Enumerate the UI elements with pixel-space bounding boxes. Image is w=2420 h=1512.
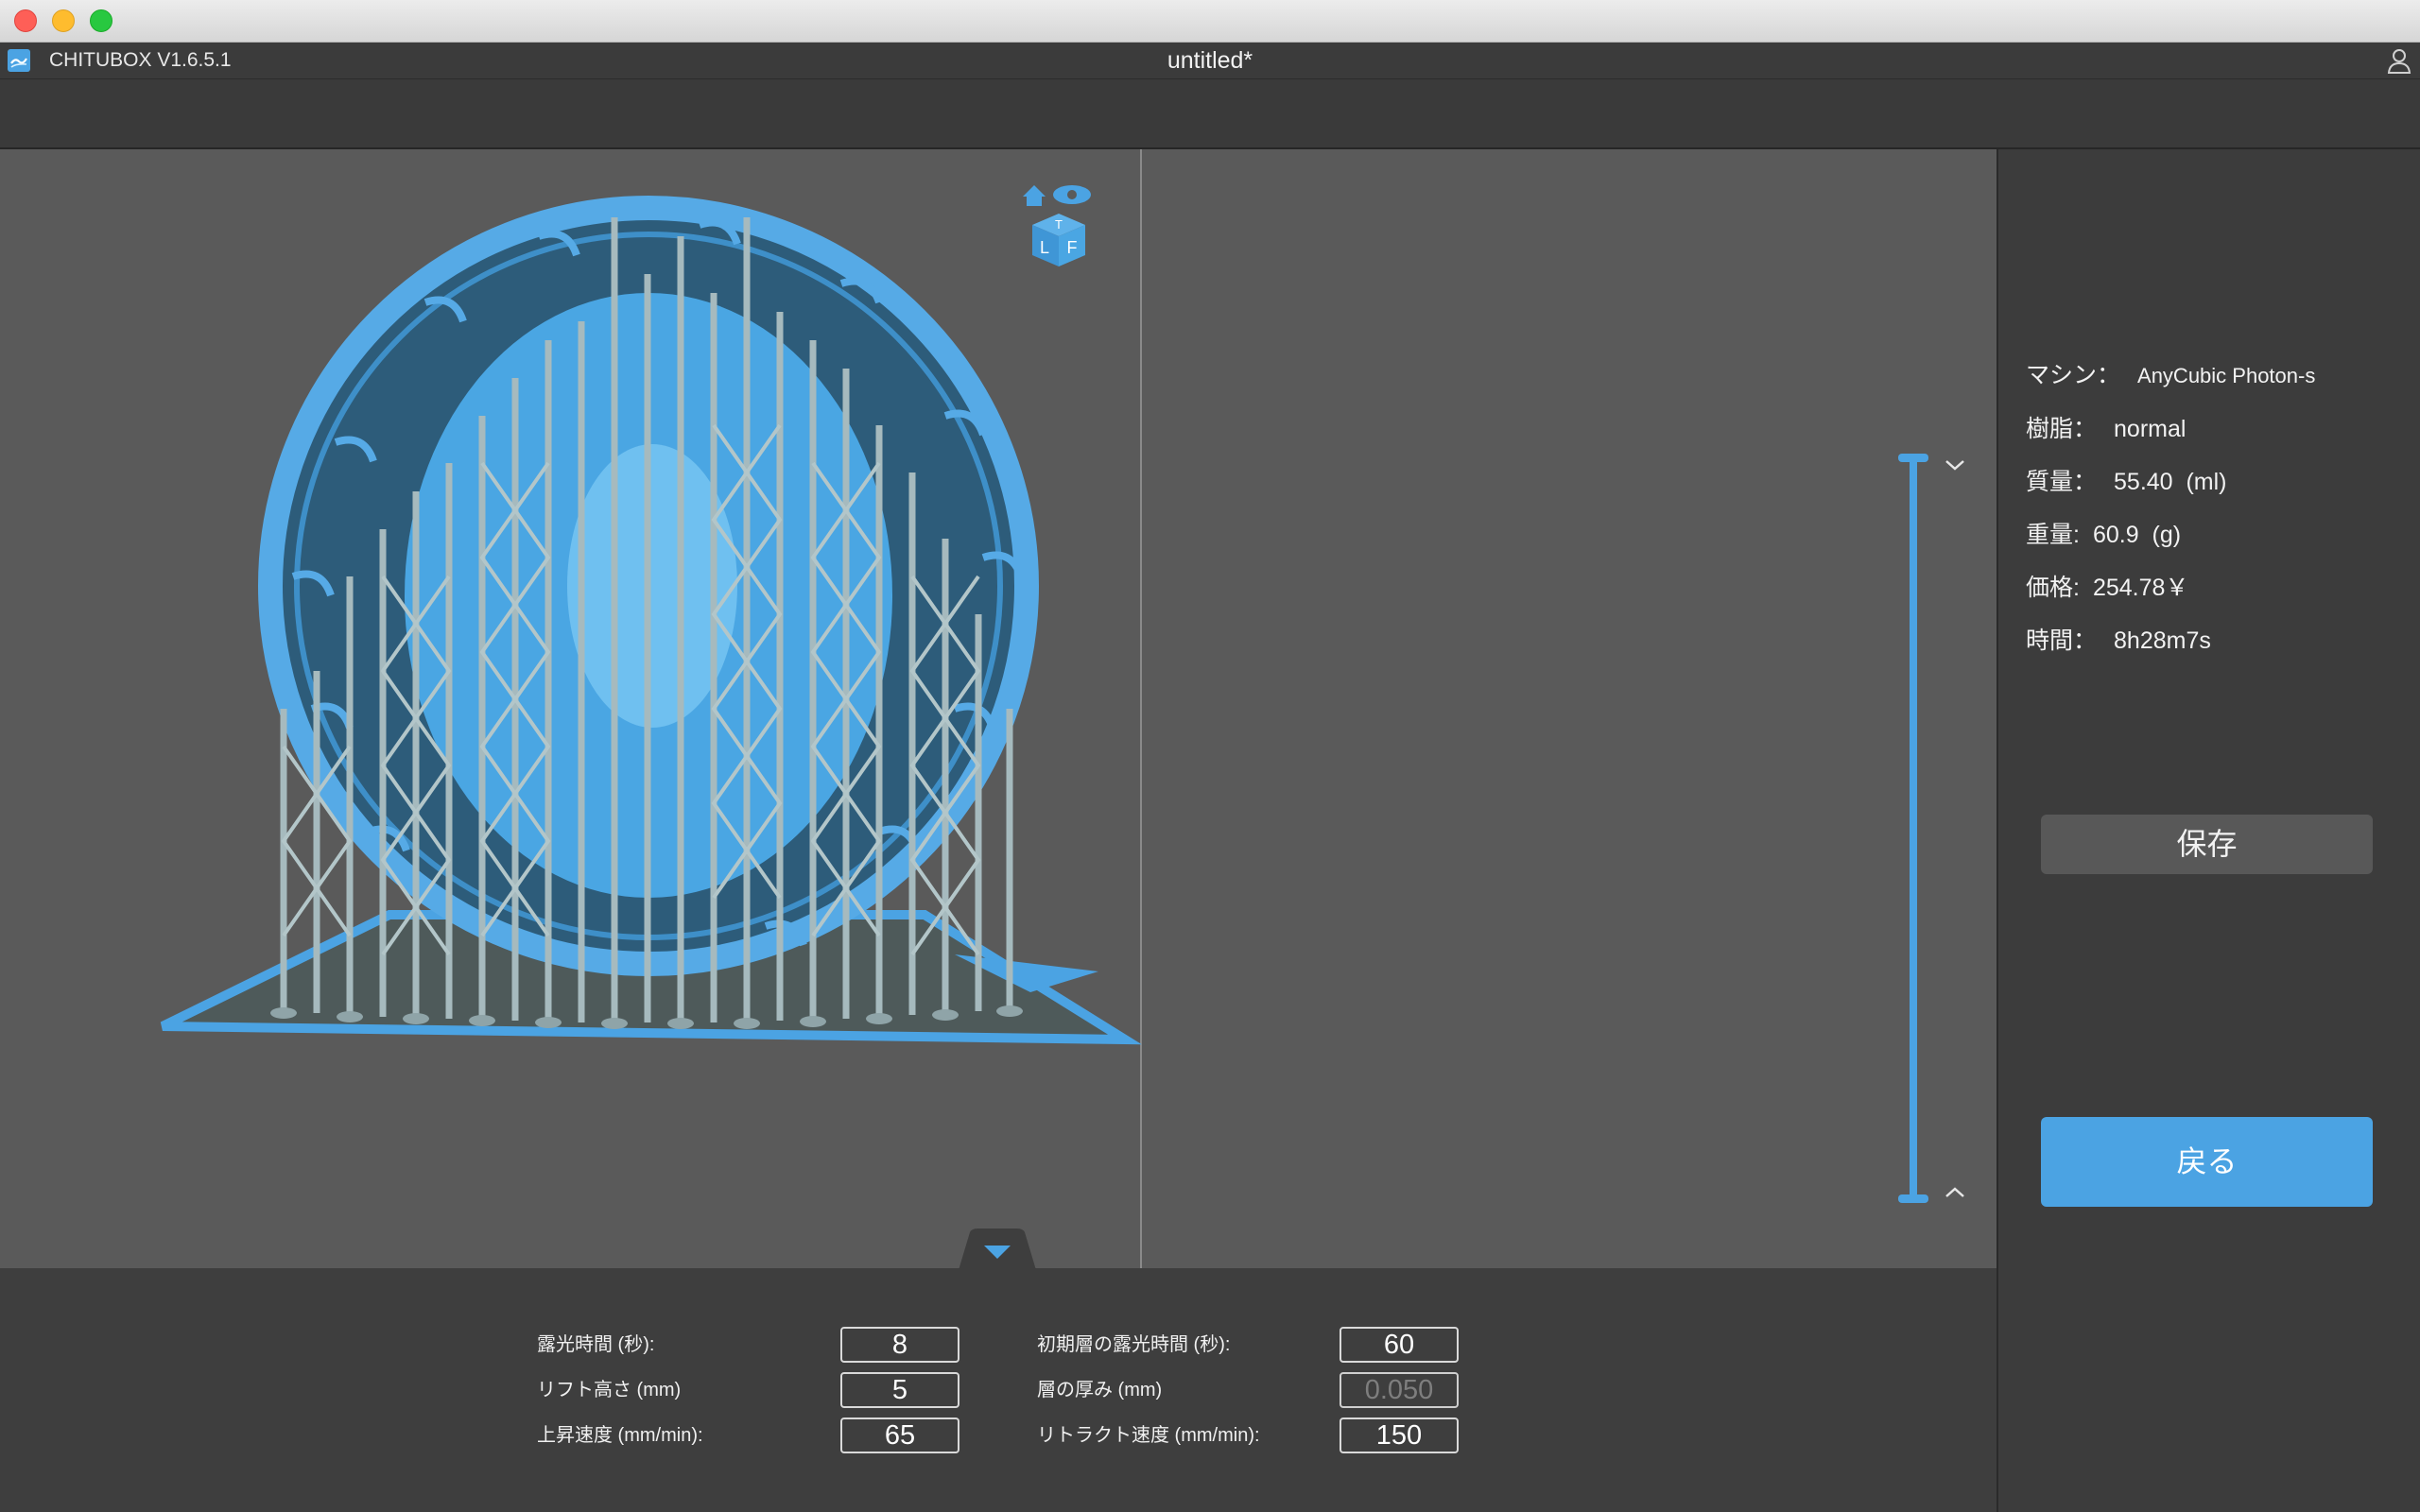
save-button[interactable]: 保存 xyxy=(2041,815,2373,874)
home-icon[interactable] xyxy=(1023,185,1046,206)
exposure-time-input[interactable]: 8 xyxy=(840,1327,959,1363)
app-header: untitled* CHITUBOX V1.6.5.1 xyxy=(0,43,2420,79)
info-machine-label: マシン： xyxy=(2026,362,2121,388)
layer-thickness-label: 層の厚み (mm) xyxy=(1037,1380,1163,1400)
info-weight-value: 60.9 (g) xyxy=(2092,522,2182,548)
info-resin-value: normal xyxy=(2114,416,2187,442)
print-settings-panel xyxy=(0,1268,1996,1512)
model-preview xyxy=(142,180,1144,1054)
info-weight-label: 重量: xyxy=(2026,522,2080,548)
info-time-label: 時間： xyxy=(2026,627,2098,654)
info-volume: 質量： 55.40 (ml) xyxy=(2026,467,2227,497)
window-maximize-button[interactable] xyxy=(90,9,112,32)
info-weight: 重量: 60.9 (g) xyxy=(2026,520,2181,550)
retract-speed-input[interactable]: 150 xyxy=(1340,1418,1459,1453)
bottom-exposure-label: 初期層の露光時間 (秒): xyxy=(1037,1334,1231,1355)
info-price-label: 価格: xyxy=(2026,575,2080,601)
svg-text:L: L xyxy=(1040,238,1049,257)
info-time: 時間： 8h28m7s xyxy=(2026,626,2211,656)
info-price: 価格: 254.78￥ xyxy=(2026,573,2188,603)
view-cube-icon[interactable]: T L F xyxy=(1021,176,1097,270)
lift-speed-input[interactable]: 65 xyxy=(840,1418,959,1453)
chevron-up-icon[interactable] xyxy=(1942,1181,1968,1204)
window-titlebar xyxy=(0,0,2420,43)
info-price-value: 254.78￥ xyxy=(2092,575,2189,601)
chevron-down-icon[interactable] xyxy=(1942,454,1968,476)
layer-slider-top-handle[interactable] xyxy=(1898,454,1928,462)
info-volume-value: 55.40 (ml) xyxy=(2114,469,2227,495)
chitubox-logo-icon xyxy=(8,49,30,72)
bottom-exposure-input[interactable]: 60 xyxy=(1340,1327,1459,1363)
lift-height-label: リフト高さ (mm) xyxy=(537,1380,682,1400)
layer-slider-bottom-handle[interactable] xyxy=(1898,1194,1928,1203)
info-time-value: 8h28m7s xyxy=(2114,627,2211,654)
layer-thickness-input: 0.050 xyxy=(1340,1372,1459,1408)
info-machine: マシン： AnyCubic Photon-s xyxy=(2026,360,2315,391)
lift-speed-label: 上昇速度 (mm/min): xyxy=(537,1425,703,1446)
app-name: CHITUBOX V1.6.5.1 xyxy=(49,49,232,71)
eye-icon[interactable] xyxy=(1053,185,1091,204)
info-resin-label: 樹脂： xyxy=(2026,416,2098,442)
collapse-arrow-icon[interactable] xyxy=(959,1228,1036,1270)
user-icon[interactable] xyxy=(2386,46,2412,75)
lift-height-input[interactable]: 5 xyxy=(840,1372,959,1408)
info-volume-label: 質量： xyxy=(2026,469,2098,495)
svg-text:T: T xyxy=(1055,217,1063,232)
back-button[interactable]: 戻る xyxy=(2041,1117,2373,1207)
toolbar xyxy=(0,79,2420,149)
info-machine-value: AnyCubic Photon-s xyxy=(2137,364,2316,387)
svg-text:F: F xyxy=(1067,238,1078,257)
layer-slider-track[interactable] xyxy=(1910,455,1917,1200)
window-minimize-button[interactable] xyxy=(52,9,75,32)
exposure-time-label: 露光時間 (秒): xyxy=(537,1334,655,1355)
info-resin: 樹脂： normal xyxy=(2026,414,2186,444)
document-title: untitled* xyxy=(1167,47,1253,74)
window-close-button[interactable] xyxy=(14,9,37,32)
retract-speed-label: リトラクト速度 (mm/min): xyxy=(1037,1425,1260,1446)
